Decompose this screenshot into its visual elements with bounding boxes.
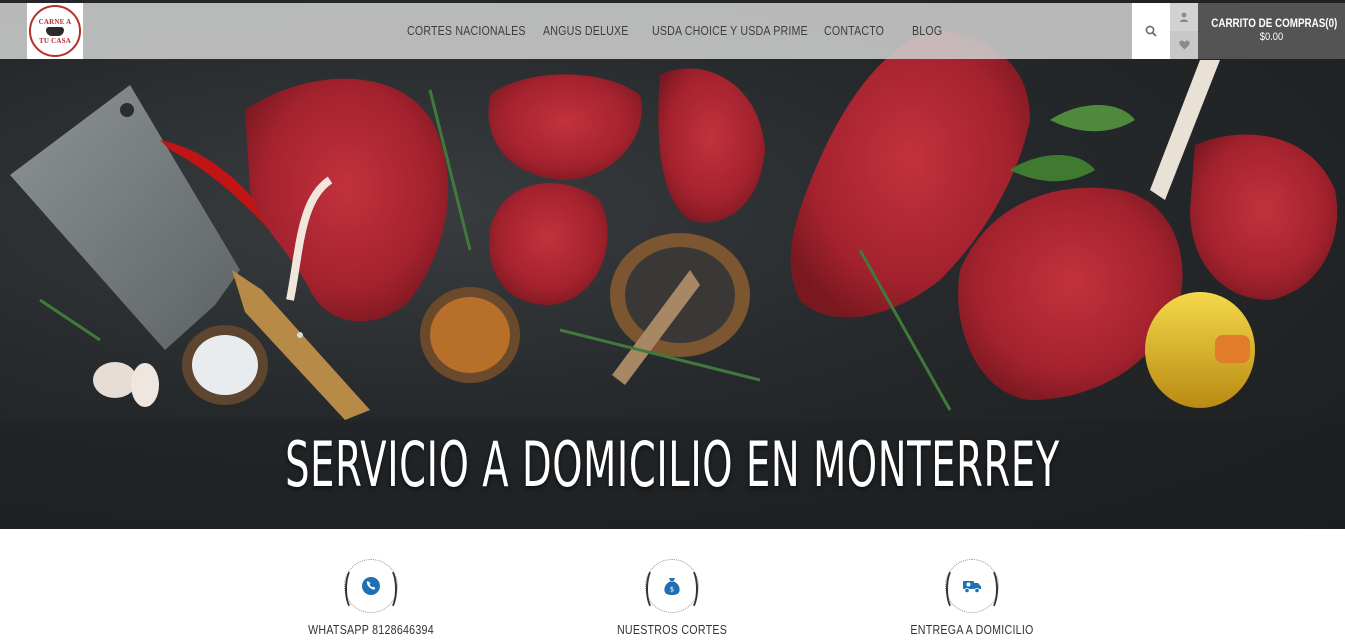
- search-icon: [1145, 25, 1157, 37]
- account-actions: [1170, 3, 1198, 59]
- site-header: CARNE A TU CASA CORTES NACIONALES ANGUS …: [0, 3, 1345, 59]
- delivery-truck-icon: [963, 581, 981, 594]
- phone-icon: [362, 577, 380, 595]
- bull-icon: [46, 26, 64, 36]
- nav-item-usda[interactable]: USDA CHOICE Y USDA PRIME: [652, 23, 808, 38]
- feature-entrega-circle[interactable]: [945, 559, 999, 613]
- user-icon: [1179, 12, 1189, 22]
- logo-text-bottom: TU CASA: [39, 36, 71, 45]
- cart-title: CARRITO DE COMPRAS(0): [1211, 16, 1338, 30]
- feature-cortes-circle[interactable]: $: [645, 559, 699, 613]
- feature-whatsapp: WHATSAPP 8128646394: [271, 559, 471, 637]
- search-button[interactable]: [1132, 3, 1170, 59]
- feature-whatsapp-circle[interactable]: [344, 559, 398, 613]
- logo-badge: CARNE A TU CASA: [29, 5, 81, 57]
- cart-button[interactable]: CARRITO DE COMPRAS(0) $0.00: [1198, 3, 1345, 59]
- feature-cortes-label: NUESTROS CORTES: [616, 622, 728, 637]
- svg-text:$: $: [670, 586, 674, 594]
- logo[interactable]: CARNE A TU CASA: [27, 3, 83, 59]
- feature-entrega: ENTREGA A DOMICILIO: [872, 559, 1072, 637]
- nav-item-angus-deluxe[interactable]: ANGUS DELUXE: [543, 23, 628, 38]
- nav-item-cortes-nacionales[interactable]: CORTES NACIONALES: [407, 23, 526, 38]
- hero-banner: SERVICIO A DOMICILIO EN MONTERREY: [0, 0, 1345, 529]
- money-bag-icon: $: [664, 578, 680, 595]
- feature-entrega-label: ENTREGA A DOMICILIO: [910, 622, 1034, 637]
- logo-text-top: CARNE A: [38, 17, 72, 26]
- wishlist-button[interactable]: [1170, 31, 1198, 59]
- feature-whatsapp-label: WHATSAPP 8128646394: [308, 622, 434, 637]
- cart-total: $0.00: [1259, 31, 1284, 43]
- account-button[interactable]: [1170, 3, 1198, 31]
- hero-title: SERVICIO A DOMICILIO EN MONTERREY: [285, 428, 1060, 501]
- nav-item-contacto[interactable]: CONTACTO: [824, 23, 884, 38]
- heart-icon: [1178, 40, 1190, 50]
- feature-cortes: $ NUESTROS CORTES: [572, 559, 772, 637]
- nav-item-blog[interactable]: BLOG: [912, 23, 942, 38]
